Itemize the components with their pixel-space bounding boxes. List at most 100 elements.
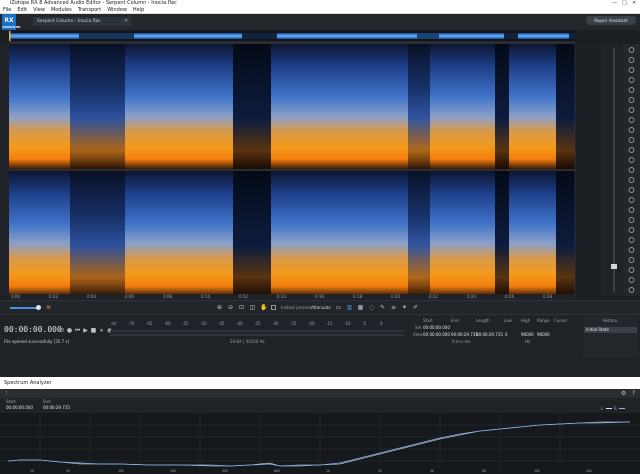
freq-tick: 20k [586,469,592,473]
record-icon[interactable]: ● [66,327,73,334]
view-end-field[interactable]: 00:00:29.735 [451,332,478,337]
harmonic-selection-icon[interactable]: ≡ [390,304,397,311]
maximize-button[interactable]: □ [622,0,627,7]
magic-wand-icon[interactable]: ✦ [401,304,408,311]
range-header: Range [537,318,550,323]
meter-tick: -10 [344,321,351,326]
spectrum-analyzer-info: Start End 00:00:00.000 00:00:29.735 L R [0,398,640,413]
loop-icon[interactable]: ⟲ [58,327,65,334]
audio-format: 24-bit | 44100 Hz [230,339,265,344]
meter-tick: -5 [362,321,366,326]
time-tick: 0:20 [391,294,400,299]
help-icon[interactable]: ? [630,390,637,397]
meter-tick: -15 [326,321,333,326]
high-field[interactable]: 96000 [521,332,534,337]
frequency-selection-icon[interactable]: ▥ [346,304,353,311]
freq-tick: 40 [66,469,71,473]
legend-right: R [614,406,617,411]
minimize-button[interactable]: — [612,0,617,7]
freq-tick: 100 [118,469,125,473]
stop-icon[interactable]: ■ [90,327,97,334]
pencil-icon[interactable]: ✐ [412,304,419,311]
meter-tick: 0 [380,321,383,326]
brush-icon[interactable]: ✎ [379,304,386,311]
repair-assistant-button[interactable]: Repair Assistant [586,16,636,25]
sa-start-value: 00:00:00.000 [6,405,33,410]
waveform-spectrogram-toggle-icon[interactable]: ≋ [46,304,52,311]
instant-process-mode-select[interactable]: Attenuate [311,305,331,310]
spectrogram-area[interactable] [0,44,640,296]
analyzer-mode-icon[interactable]: ⫶ [3,390,10,397]
logo-text: RX [4,17,14,24]
transport-panel: 00:00:00.000 ⟲ ● ⏮ ▶ ■ ⏸ ◉ File opened s… [0,314,640,377]
time-tick: 0:16 [315,294,324,299]
time-tick: 0:02 [49,294,58,299]
freq-tick: 1k [326,469,330,473]
freq-tick: 2k [378,469,382,473]
settings-gear-icon[interactable]: ⚙ [620,390,627,397]
meter-tick: -65 [146,321,153,326]
time-frequency-selection-icon[interactable]: ▦ [357,304,364,311]
freq-tick: 4k [430,469,434,473]
menu-modules[interactable]: Modules [51,7,72,13]
high-header: High [521,318,531,323]
meter-tick: -35 [254,321,261,326]
rx-logo: RX ADVANCED [2,14,21,30]
instant-process-label: Instant process [281,305,312,310]
time-selection-icon[interactable]: ▭ [335,304,342,311]
title-bar: iZotope RX 8 Advanced Audio Editor - Ser… [0,0,640,7]
meter-tick: -50 [200,321,207,326]
history-panel: History Initial State [583,317,638,357]
legend-right-swatch [619,408,625,409]
cursor-header: Cursor [554,318,568,323]
range-field[interactable]: 96000 [537,332,550,337]
view-length-field[interactable]: 00:00:29.735 [476,332,503,337]
menu-transport[interactable]: Transport [78,7,101,13]
menu-edit[interactable]: Edit [17,7,27,13]
menu-file[interactable]: File [3,7,11,13]
zoom-slider-handle[interactable] [36,305,41,310]
spectrum-analyzer-title: Spectrum Analyzer [4,380,52,386]
playhead-time: 00:00:00.000 [4,325,62,334]
zoom-slider[interactable] [10,307,38,309]
spectrum-curve-left [7,421,631,467]
file-tab[interactable]: Serpent Column - Inocia.flac [33,17,131,26]
rewind-icon[interactable]: ⏮ [74,327,81,334]
spectrum-plot[interactable]: 20 40 100 200 400 800 1k 2k 4k 6k 10k 20… [0,413,640,474]
waveform-overview[interactable] [9,31,575,41]
zoom-selection-icon[interactable]: ◫ [249,304,256,311]
zoom-fit-icon[interactable]: ⊡ [238,304,245,311]
time-format-select[interactable]: h:m:s.ms [452,339,470,344]
freq-unit-select[interactable]: Hz [525,339,530,344]
sel-start-field[interactable]: 00:00:00.000 [423,325,450,330]
instant-process-checkbox[interactable] [271,305,276,310]
close-button[interactable]: ✕ [632,0,636,7]
freq-tick: 200 [170,469,177,473]
time-tick: 0:04 [87,294,96,299]
lasso-icon[interactable]: ◌ [368,304,375,311]
status-message: File opened successfully [35.7 s] [4,339,70,344]
time-tick: 0:06 [125,294,134,299]
time-tick: 0:14 [277,294,286,299]
file-tab-close-icon[interactable]: ✕ [124,17,130,26]
meter-tick: -45 [218,321,225,326]
pause-icon[interactable]: ⏸ [98,327,105,334]
history-item[interactable]: Initial State [584,327,637,333]
menu-view[interactable]: View [33,7,45,13]
sa-end-value: 00:00:29.735 [43,405,70,410]
meter-tick: -25 [290,321,297,326]
menu-window[interactable]: Window [107,7,127,13]
spectrum-curve-right [7,421,630,467]
zoom-out-icon[interactable]: ⊖ [227,304,234,311]
zoom-in-icon[interactable]: ⊕ [216,304,223,311]
view-start-field[interactable]: 00:00:00.000 [423,332,450,337]
play-icon[interactable]: ▶ [82,327,89,334]
hand-tool-icon[interactable]: ✋ [260,304,267,311]
time-tick: 0:22 [429,294,438,299]
menu-help[interactable]: Help [133,7,144,13]
end-header: End [451,318,459,323]
low-field[interactable]: 0 [505,332,508,337]
time-tick: 0:24 [467,294,476,299]
freq-tick: 6k [482,469,486,473]
spectrum-analyzer-toolbar: ⫶ ⚙ ? [0,389,640,398]
